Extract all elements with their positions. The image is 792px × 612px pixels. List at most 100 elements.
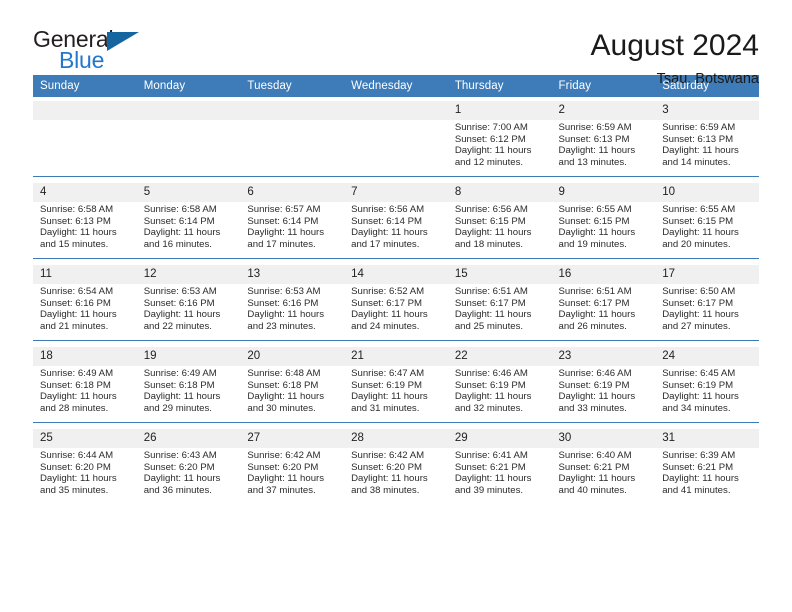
- day-number[interactable]: 16: [551, 265, 656, 284]
- day-detail-cell: Sunrise: 6:47 AM Sunset: 6:19 PM Daylight:…: [344, 366, 448, 422]
- day-number[interactable]: 28: [344, 429, 448, 448]
- day-info-row: Sunrise: 6:58 AM Sunset: 6:13 PM Daylight:…: [33, 202, 759, 258]
- day-number[interactable]: 30: [551, 429, 656, 448]
- page-title: August 2024: [590, 29, 759, 62]
- day-number[interactable]: 5: [136, 183, 241, 202]
- day-detail-cell: Sunrise: 6:44 AM Sunset: 6:20 PM Daylight:…: [33, 448, 137, 504]
- daylight-duration-line1: Daylight: 11 hours: [558, 473, 636, 485]
- day-number[interactable]: 1: [447, 101, 552, 120]
- sunset-time: Sunset: 6:17 PM: [454, 297, 526, 309]
- sunrise-time: Sunrise: 6:49 AM: [143, 368, 217, 379]
- week-separator-line: [33, 339, 759, 347]
- day-number[interactable]: 20: [240, 347, 345, 366]
- daylight-duration-line1: Daylight: 11 hours: [351, 473, 428, 485]
- daylight-duration-line1: Daylight: 11 hours: [454, 309, 532, 321]
- day-number[interactable]: 2: [551, 101, 656, 120]
- sunrise-time: Sunrise: 6:44 AM: [40, 450, 114, 461]
- weekday-header-sunday: Sunday: [33, 75, 137, 97]
- day-number[interactable]: 11: [33, 265, 137, 284]
- day-info-row: Sunrise: 7:00 AM Sunset: 6:12 PM Daylight:…: [33, 120, 759, 176]
- daylight-duration-line2: and 36 minutes.: [143, 484, 212, 496]
- sunset-time: Sunset: 6:19 PM: [662, 379, 734, 391]
- daylight-duration-line2: and 19 minutes.: [558, 238, 627, 250]
- sunrise-time: Sunrise: 6:55 AM: [662, 204, 736, 215]
- day-number[interactable]: 26: [136, 429, 241, 448]
- day-detail-cell: Sunrise: 6:58 AM Sunset: 6:14 PM Daylight:…: [136, 202, 241, 258]
- day-detail-cell: Sunrise: 7:00 AM Sunset: 6:12 PM Daylight:…: [447, 120, 552, 176]
- daylight-duration-line2: and 32 minutes.: [454, 402, 524, 414]
- sunrise-time: Sunrise: 6:53 AM: [143, 286, 217, 297]
- sunset-time: Sunset: 6:16 PM: [247, 297, 319, 309]
- day-number[interactable]: 19: [136, 347, 241, 366]
- calendar-page: General Blue August 2024 Tsau, Botswana …: [0, 0, 792, 612]
- sunset-time: Sunset: 6:20 PM: [143, 461, 215, 473]
- day-number[interactable]: 3: [655, 101, 759, 120]
- day-detail-cell: Sunrise: 6:48 AM Sunset: 6:18 PM Daylight:…: [240, 366, 345, 422]
- sunrise-time: Sunrise: 6:43 AM: [143, 450, 217, 461]
- daylight-duration-line1: Daylight: 11 hours: [662, 309, 739, 321]
- day-number[interactable]: 4: [33, 183, 137, 202]
- sunset-time: Sunset: 6:14 PM: [247, 215, 319, 227]
- sunrise-time: Sunrise: 6:41 AM: [454, 450, 528, 461]
- day-number[interactable]: 12: [136, 265, 241, 284]
- day-number[interactable]: 24: [655, 347, 759, 366]
- sunrise-time: Sunrise: 6:40 AM: [558, 450, 632, 461]
- day-detail-cell: Sunrise: 6:50 AM Sunset: 6:17 PM Daylight:…: [655, 284, 759, 340]
- day-number[interactable]: 17: [655, 265, 759, 284]
- daylight-duration-line1: Daylight: 11 hours: [40, 391, 117, 403]
- day-number[interactable]: 22: [447, 347, 552, 366]
- daylight-duration-line2: and 34 minutes.: [662, 402, 731, 414]
- daylight-duration-line2: and 17 minutes.: [247, 238, 316, 250]
- sunset-time: Sunset: 6:15 PM: [662, 215, 734, 227]
- sunset-time: Sunset: 6:15 PM: [558, 215, 630, 227]
- day-number[interactable]: 27: [240, 429, 345, 448]
- daylight-duration-line2: and 28 minutes.: [40, 402, 109, 414]
- sunset-time: Sunset: 6:19 PM: [558, 379, 630, 391]
- daylight-duration-line2: and 29 minutes.: [143, 402, 212, 414]
- daylight-duration-line2: and 31 minutes.: [351, 402, 420, 414]
- day-number[interactable]: 21: [344, 347, 448, 366]
- daylight-duration-line1: Daylight: 11 hours: [454, 227, 532, 239]
- day-number[interactable]: 10: [655, 183, 759, 202]
- day-detail-cell: Sunrise: 6:42 AM Sunset: 6:20 PM Daylight:…: [240, 448, 345, 504]
- daylight-duration-line1: Daylight: 11 hours: [40, 309, 117, 321]
- daylight-duration-line1: Daylight: 11 hours: [662, 145, 739, 157]
- day-number[interactable]: 8: [447, 183, 552, 202]
- sunset-time: Sunset: 6:13 PM: [558, 133, 630, 145]
- day-number[interactable]: 7: [344, 183, 448, 202]
- day-number[interactable]: 18: [33, 347, 137, 366]
- daylight-duration-line1: Daylight: 11 hours: [454, 391, 532, 403]
- day-number[interactable]: 29: [447, 429, 552, 448]
- day-detail-cell: Sunrise: 6:51 AM Sunset: 6:17 PM Daylight:…: [551, 284, 656, 340]
- sunset-time: Sunset: 6:13 PM: [662, 133, 734, 145]
- sunrise-time: Sunrise: 6:53 AM: [247, 286, 321, 297]
- day-number[interactable]: 23: [551, 347, 656, 366]
- day-number[interactable]: 25: [33, 429, 137, 448]
- daylight-duration-line1: Daylight: 11 hours: [143, 309, 221, 321]
- day-detail-cell: Sunrise: 6:59 AM Sunset: 6:13 PM Daylight:…: [551, 120, 656, 176]
- sunset-time: Sunset: 6:20 PM: [247, 461, 319, 473]
- day-number[interactable]: 9: [551, 183, 656, 202]
- daylight-duration-line1: Daylight: 11 hours: [40, 473, 117, 485]
- sunset-time: Sunset: 6:17 PM: [351, 297, 423, 309]
- day-number[interactable]: 6: [240, 183, 345, 202]
- day-number[interactable]: 15: [447, 265, 552, 284]
- day-info-row: Sunrise: 6:54 AM Sunset: 6:16 PM Daylight:…: [33, 284, 759, 340]
- daylight-duration-line2: and 35 minutes.: [40, 484, 109, 496]
- daylight-duration-line2: and 26 minutes.: [558, 320, 627, 332]
- day-detail-cell: Sunrise: 6:53 AM Sunset: 6:16 PM Daylight:…: [136, 284, 241, 340]
- sunrise-time: Sunrise: 6:50 AM: [662, 286, 736, 297]
- weekday-header-thursday: Thursday: [447, 75, 552, 97]
- day-detail-cell: Sunrise: 6:40 AM Sunset: 6:21 PM Daylight:…: [551, 448, 656, 504]
- day-number[interactable]: 13: [240, 265, 345, 284]
- week-separator: [33, 257, 759, 265]
- sunset-time: Sunset: 6:21 PM: [662, 461, 734, 473]
- day-number[interactable]: 14: [344, 265, 448, 284]
- sunset-time: Sunset: 6:20 PM: [351, 461, 423, 473]
- day-number[interactable]: 31: [655, 429, 759, 448]
- week-separator-line: [33, 421, 759, 429]
- daylight-duration-line2: and 18 minutes.: [454, 238, 524, 250]
- daylight-duration-line2: and 25 minutes.: [454, 320, 524, 332]
- day-detail-cell: Sunrise: 6:52 AM Sunset: 6:17 PM Daylight:…: [344, 284, 448, 340]
- day-info-row: Sunrise: 6:49 AM Sunset: 6:18 PM Daylight:…: [33, 366, 759, 422]
